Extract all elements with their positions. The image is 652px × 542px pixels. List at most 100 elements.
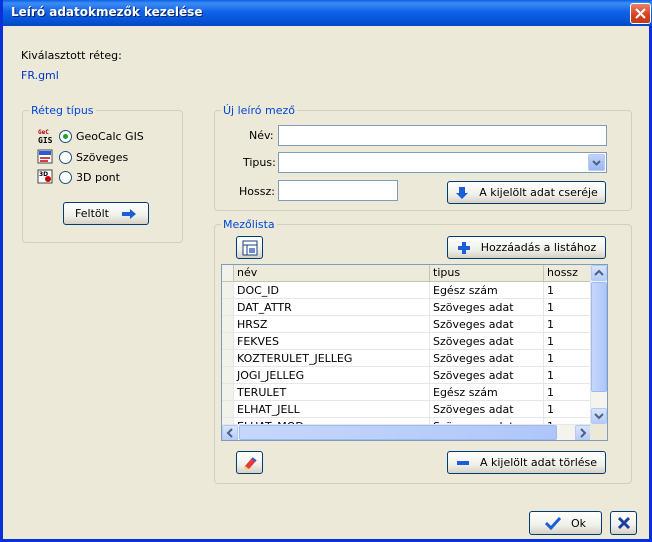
upload-button[interactable]: Feltölt: [63, 202, 149, 225]
chevron-right-icon: [580, 428, 587, 438]
chevron-down-icon[interactable]: [588, 154, 605, 171]
scroll-corner: [590, 424, 607, 440]
horizontal-scrollbar[interactable]: [222, 424, 592, 440]
table-header: név tipus hossz: [222, 265, 592, 282]
cell-name: ELHAT_JELL: [234, 401, 430, 417]
window-title: Leíró adatokmezők kezelése: [11, 5, 203, 19]
cell-name: KOZTERULET_JELLEG: [234, 350, 430, 366]
close-button[interactable]: [630, 3, 651, 24]
add-to-list-label: Hozzáadás a listához: [480, 241, 597, 254]
cell-name: HRSZ: [234, 316, 430, 332]
eraser-icon: [243, 456, 257, 470]
table-icon: [242, 240, 257, 255]
dialog-body: Kiválasztott réteg: FR.gml Réteg típus G…: [3, 26, 649, 539]
layer-type-option-geocalc[interactable]: GeC GIS GeoCalc GIS: [37, 128, 144, 145]
table-row[interactable]: JOGI_JELLEG Szöveges adat 1: [222, 367, 592, 384]
cell-name: JOGI_JELLEG: [234, 367, 430, 383]
field-table[interactable]: név tipus hossz DOC_ID Egész szám 1 DAT_AT…: [221, 264, 608, 441]
ok-button[interactable]: Ok: [529, 511, 602, 535]
option-label-geocalc: GeoCalc GIS: [76, 129, 144, 143]
cell-name: DAT_ATTR: [234, 299, 430, 315]
vertical-scrollbar[interactable]: [590, 265, 607, 425]
minus-icon: [456, 460, 469, 465]
replace-selected-button[interactable]: A kijelölt adat cseréje: [447, 181, 606, 204]
column-header-length[interactable]: hossz: [544, 265, 592, 281]
name-input[interactable]: [278, 125, 607, 146]
radio-3d[interactable]: [59, 170, 72, 184]
table-row[interactable]: DAT_ATTR Szöveges adat 1: [222, 299, 592, 316]
arrow-down-icon: [456, 186, 469, 199]
scroll-up-button[interactable]: [591, 265, 607, 281]
cell-name: DOC_ID: [234, 282, 430, 298]
horizontal-scroll-thumb[interactable]: [239, 425, 557, 440]
column-header-type[interactable]: tipus: [430, 265, 544, 281]
layer-type-option-text[interactable]: Szöveges: [37, 149, 128, 165]
cell-type: Szöveges adat: [430, 367, 544, 383]
layer-type-title: Réteg típus: [29, 104, 96, 117]
table-edit-button[interactable]: [236, 236, 263, 259]
cell-type: Szöveges adat: [430, 401, 544, 417]
table-row[interactable]: TERULET Egész szám 1: [222, 384, 592, 401]
cell-length: 1: [544, 350, 592, 366]
column-header-name[interactable]: név: [234, 265, 430, 281]
table-body: DOC_ID Egész szám 1 DAT_ATTR Szöveges adat 1…: [222, 282, 592, 435]
cell-type: Egész szám: [430, 384, 544, 400]
geocalc-gis-icon: GeC GIS: [37, 128, 55, 145]
field-list-title: Mezőlista: [221, 218, 277, 231]
chevron-up-icon: [594, 269, 604, 276]
ok-label: Ok: [570, 516, 587, 530]
cell-length: 1: [544, 333, 592, 349]
selected-layer-label: Kiválasztott réteg:: [21, 49, 122, 62]
close-icon: [635, 8, 646, 19]
selected-layer-value: FR.gml: [21, 69, 59, 82]
title-bar[interactable]: Leíró adatokmezők kezelése: [3, 0, 652, 26]
option-label-text: Szöveges: [76, 150, 129, 164]
svg-text:GeC: GeC: [38, 129, 49, 136]
checkmark-icon: [544, 516, 561, 530]
replace-selected-label: A kijelölt adat cseréje: [479, 186, 598, 199]
table-row[interactable]: ELHAT_JELL Szöveges adat 1: [222, 401, 592, 418]
radio-geocalc[interactable]: [59, 129, 72, 143]
layer-type-group: Réteg típus GeC GIS GeoCalc GIS Szöveges: [22, 104, 183, 243]
scroll-down-button[interactable]: [591, 408, 607, 424]
chevron-left-icon: [226, 428, 233, 438]
cancel-button[interactable]: [610, 511, 637, 535]
close-icon: [617, 516, 630, 530]
svg-text:GIS: GIS: [38, 136, 53, 144]
name-label: Név:: [249, 129, 274, 142]
text-type-icon: [37, 149, 55, 165]
vertical-scroll-thumb[interactable]: [591, 282, 607, 392]
arrow-right-icon: [121, 208, 136, 219]
option-label-3d: 3D pont: [76, 170, 120, 184]
cell-type: Szöveges adat: [430, 316, 544, 332]
type-select[interactable]: [278, 152, 607, 173]
delete-selected-button[interactable]: A kijelölt adat törlése: [447, 451, 606, 474]
cell-length: 1: [544, 367, 592, 383]
chevron-down-icon: [594, 413, 604, 420]
table-row[interactable]: HRSZ Szöveges adat 1: [222, 316, 592, 333]
length-input[interactable]: [278, 180, 398, 201]
row-selector-header: [222, 265, 234, 281]
cell-length: 1: [544, 401, 592, 417]
cell-type: Szöveges adat: [430, 333, 544, 349]
3d-point-icon: 3D: [37, 169, 55, 185]
table-row[interactable]: KOZTERULET_JELLEG Szöveges adat 1: [222, 350, 592, 367]
cell-length: 1: [544, 282, 592, 298]
clear-button[interactable]: [236, 451, 263, 474]
delete-selected-label: A kijelölt adat törlése: [479, 456, 598, 469]
upload-label: Feltölt: [75, 207, 109, 220]
new-field-group: Új leíró mező Név: Tipus: Hossz: A kijel…: [214, 104, 632, 211]
scroll-right-button[interactable]: [575, 425, 591, 440]
cell-type: Egész szám: [430, 282, 544, 298]
type-label: Tipus:: [243, 156, 276, 169]
radio-text[interactable]: [59, 150, 72, 164]
scroll-left-button[interactable]: [222, 425, 238, 440]
add-to-list-button[interactable]: Hozzáadás a listához: [447, 236, 606, 259]
layer-type-option-3d[interactable]: 3D 3D pont: [37, 169, 120, 185]
cell-type: Szöveges adat: [430, 350, 544, 366]
cell-name: TERULET: [234, 384, 430, 400]
new-field-title: Új leíró mező: [221, 104, 297, 117]
table-row[interactable]: DOC_ID Egész szám 1: [222, 282, 592, 299]
cell-length: 1: [544, 316, 592, 332]
table-row[interactable]: FEKVES Szöveges adat 1: [222, 333, 592, 350]
